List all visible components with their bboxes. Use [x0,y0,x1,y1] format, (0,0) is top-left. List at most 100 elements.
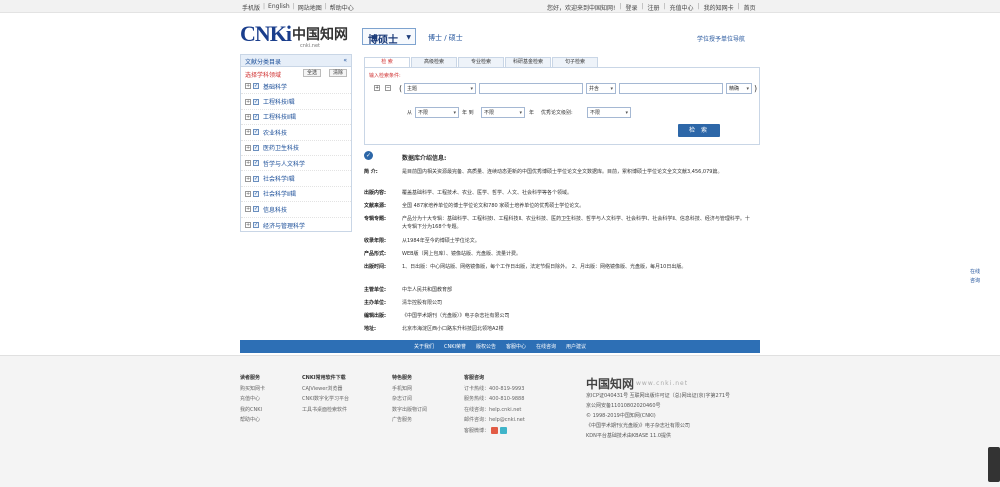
footer-link[interactable]: 帮助中心 [240,417,260,423]
footer-link[interactable]: CAJViewer浏览器 [302,386,342,392]
checkbox[interactable]: ✓ [253,190,259,197]
sidebar-item[interactable]: + ✓ 信息科技 [241,202,351,218]
footer-link[interactable]: 充值中心 [240,396,260,402]
service-center-link[interactable]: 客服中心 [506,343,526,350]
collapse-icon[interactable]: « [343,57,347,64]
sidebar-item[interactable]: + ✓ 工程科技Ⅰ辑 [241,94,351,110]
weibo-icon[interactable] [490,426,498,434]
checkbox[interactable]: ✓ [253,83,259,90]
degree-unit-nav-link[interactable]: 学位授予单位导航 [697,34,745,43]
online-consult-link[interactable]: 在线咨询 [536,343,556,350]
chevron-down-icon: ▼ [406,34,411,41]
year-filter-row: 从 不限 ▾ 年 到 不限 ▾ 年 优秀论文级别: 不限 ▾ [405,107,745,119]
match-select[interactable]: 精确 ▾ [726,83,752,94]
expand-icon[interactable]: + [245,129,251,136]
footer-legal: 京ICP证040431号 互联网出版许可证（总)网出证(京)字第271号 京公网… [586,393,731,439]
checkbox[interactable]: ✓ [253,113,259,120]
footer-link[interactable]: 广告服务 [392,417,412,423]
footer-link[interactable]: 我的CNKI [240,407,262,413]
keyword-input-1[interactable] [479,83,583,94]
chevron-down-icon: ▾ [625,110,628,116]
expand-icon[interactable]: + [245,206,251,213]
footer-link[interactable]: 邮件咨询：help@cnki.net [464,417,525,423]
tab-advanced-search[interactable]: 高级检索 [411,57,457,67]
footer-link[interactable]: 购买知网卡 [240,386,265,392]
search-row: + − ( 主题 ▾ 并含 ▾ 精确 ▾ ) [373,83,757,95]
sidebar-item[interactable]: + ✓ 基础科学 [241,79,351,95]
tab-sentence-search[interactable]: 句子检索 [552,57,598,67]
expand-icon[interactable]: + [245,175,251,182]
expand-icon[interactable]: + [245,160,251,167]
online-consult-float[interactable]: 在线 咨询 [970,268,980,286]
register-link[interactable]: 注册 [647,3,659,12]
sidebar-title[interactable]: 文献分类目录 « [241,55,351,67]
checkbox[interactable]: ✓ [253,160,259,167]
checkbox[interactable]: ✓ [253,206,259,213]
expand-icon[interactable]: + [245,113,251,120]
copyright-link[interactable]: 版权公告 [476,343,496,350]
clear-button[interactable]: 清除 [329,69,348,77]
expand-icon[interactable]: + [245,222,251,229]
honor-link[interactable]: CNKI荣誉 [444,343,466,350]
open-paren: ( [399,84,403,93]
top-bar-right: 您好，欢迎来到中国知网! | 登录 | 注册 | 充值中心 | 我的知网卡 | 首页 [547,3,756,12]
footer-col-support: 客服咨询 订卡热线：400-819-9993 服务热线：400-810-9888… [464,375,525,434]
help-link[interactable]: 帮助中心 [330,3,354,12]
mobile-link[interactable]: 手机版 [242,3,260,12]
top-bar-left: 手机版 | English | 网站地图 | 帮助中心 [242,3,354,12]
expand-icon[interactable]: + [245,98,251,105]
footer-link[interactable]: 工具书桌面检索软件 [302,407,347,413]
keyword-input-2[interactable] [619,83,723,94]
field-select[interactable]: 主题 ▾ [404,83,476,94]
footer-link[interactable]: 在线咨询：help.cnki.net [464,407,521,413]
footer-link[interactable]: 数字出版物订阅 [392,407,427,413]
checkbox[interactable]: ✓ [253,222,259,229]
expand-icon[interactable]: + [245,83,251,90]
my-card-link[interactable]: 我的知网卡 [704,3,734,12]
sidebar-item[interactable]: + ✓ 社会科学Ⅰ辑 [241,171,351,187]
remove-row-icon[interactable]: − [385,85,391,91]
sidebar-item[interactable]: + ✓ 农业科技 [241,125,351,141]
home-link[interactable]: 首页 [744,3,756,12]
recharge-link[interactable]: 充值中心 [670,3,694,12]
chevron-down-icon: ▾ [610,86,613,92]
select-all-button[interactable]: 全选 [303,69,322,77]
tencent-weibo-icon[interactable] [499,426,507,434]
checkbox[interactable]: ✓ [253,175,259,182]
about-link[interactable]: 关于我们 [414,343,434,350]
expand-icon[interactable]: + [245,190,251,197]
footer-logo: 中国知网 [586,377,635,391]
search-button[interactable]: 检 索 [678,124,720,137]
chevron-down-icon: ▾ [470,86,473,92]
checkbox[interactable]: ✓ [253,144,259,151]
sidebar-item[interactable]: + ✓ 哲学与人文科学 [241,156,351,172]
footer-link[interactable]: 手机知网 [392,386,412,392]
sidebar-item[interactable]: + ✓ 社会科学Ⅱ辑 [241,187,351,203]
sidebar-hint: 选择学科领域 [245,72,282,79]
tab-fund-search[interactable]: 科研基金检索 [505,57,551,67]
login-link[interactable]: 登录 [625,3,637,12]
footer-link[interactable]: 杂志订阅 [392,396,412,402]
footer: 读者服务 购买知网卡 充值中心 我的CNKI 帮助中心 CNKI常用软件下载 C… [0,355,1000,487]
cnki-logo[interactable]: CNKi 中国知网 cnki.net [240,21,350,53]
sidebar-item[interactable]: + ✓ 经济与管理科学 [241,218,351,233]
footer-link[interactable]: CNKI数字化学习平台 [302,396,349,402]
checkbox[interactable]: ✓ [253,129,259,136]
year-from-select[interactable]: 不限 ▾ [415,107,459,118]
tab-basic-search[interactable]: 检 索 [364,57,410,67]
expand-icon[interactable]: + [245,144,251,151]
side-scroll-handle[interactable] [988,447,1000,482]
english-link[interactable]: English [268,3,290,12]
header: CNKi 中国知网 cnki.net 博硕士 ▼ 博士 / 硕士 学位授予单位导… [0,14,1000,54]
feedback-link[interactable]: 用户建议 [566,343,586,350]
sitemap-link[interactable]: 网站地图 [298,3,322,12]
sidebar-item[interactable]: + ✓ 医药卫生科技 [241,141,351,156]
tab-professional-search[interactable]: 专业检索 [458,57,504,67]
year-to-select[interactable]: 不限 ▾ [481,107,525,118]
checkbox[interactable]: ✓ [253,98,259,105]
add-row-icon[interactable]: + [374,85,380,91]
database-select[interactable]: 博硕士 ▼ [362,28,416,46]
sidebar-item[interactable]: + ✓ 工程科技Ⅱ辑 [241,110,351,126]
operator-select[interactable]: 并含 ▾ [586,83,616,94]
level-select[interactable]: 不限 ▾ [587,107,631,118]
